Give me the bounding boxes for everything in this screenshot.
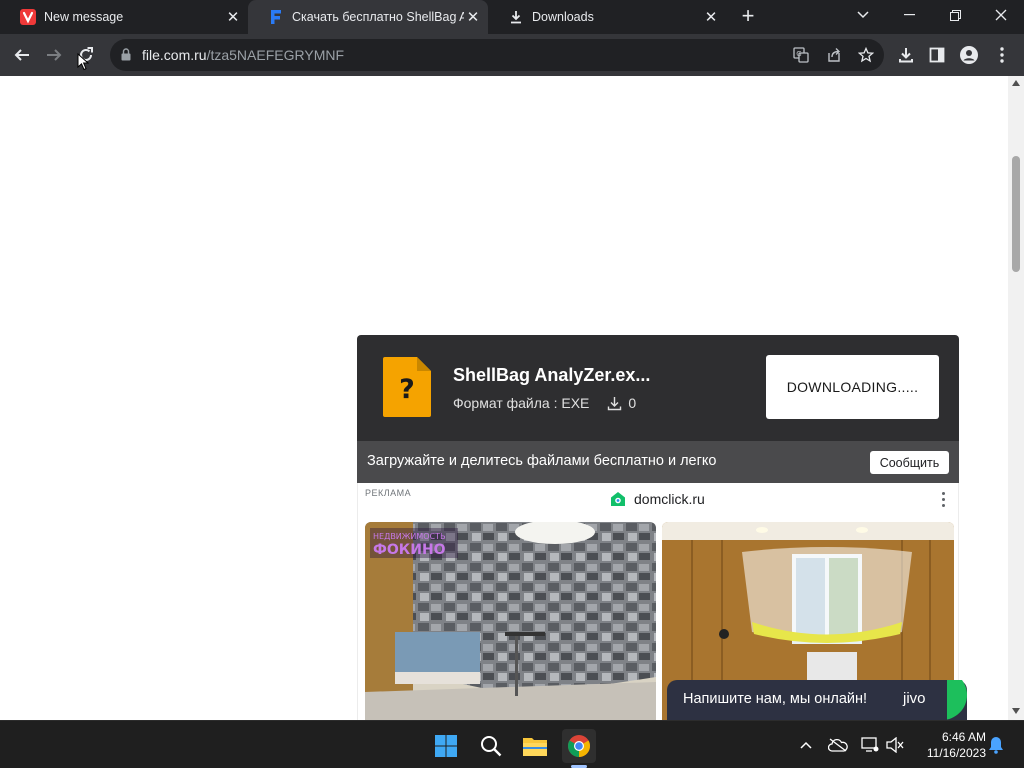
ad-photo-room-wallpaper[interactable]: НЕДВИЖИМОСТЬ ФОКИНО: [365, 522, 656, 720]
file-format: Формат файла : EXE: [453, 395, 590, 411]
lock-icon[interactable]: [121, 48, 131, 66]
tab-title: New message: [44, 10, 124, 24]
domclick-logo-icon: [610, 491, 626, 507]
menu-kebab-icon[interactable]: [987, 40, 1017, 70]
tab-title: Скачать бесплатно ShellBag An: [292, 10, 464, 24]
tab-search-chevron-icon[interactable]: [840, 0, 886, 30]
tray-overflow-chevron-icon[interactable]: [796, 735, 816, 755]
share-bar: Загружайте и делитесь файлами бесплатно …: [357, 441, 959, 483]
minimize-icon[interactable]: [886, 0, 932, 30]
file-explorer-icon[interactable]: [518, 729, 552, 763]
ad-label: РЕКЛАМА: [365, 488, 412, 498]
ad-menu-icon[interactable]: [936, 489, 950, 509]
address-bar[interactable]: file.com.ru/tza5NAEFEGRYMNF G: [110, 39, 884, 71]
close-tab-icon[interactable]: ✕: [224, 8, 242, 26]
page-scrollbar[interactable]: [1008, 76, 1024, 720]
scroll-up-arrow-icon[interactable]: [1012, 80, 1020, 86]
share-icon[interactable]: [819, 40, 849, 70]
ad-source[interactable]: domclick.ru: [610, 491, 705, 507]
share-bar-text: Загружайте и делитесь файлами бесплатно …: [367, 453, 717, 469]
close-window-icon[interactable]: [978, 0, 1024, 30]
bookmark-star-icon[interactable]: [851, 40, 881, 70]
search-icon[interactable]: [474, 729, 508, 763]
download-button[interactable]: DOWNLOADING.....: [766, 355, 939, 419]
downloads-toolbar-icon[interactable]: [891, 40, 921, 70]
new-tab-button[interactable]: +: [736, 5, 760, 28]
network-display-icon[interactable]: [860, 735, 880, 755]
scroll-down-arrow-icon[interactable]: [1012, 708, 1020, 714]
back-arrow-icon[interactable]: [7, 40, 37, 70]
url-host: file.com.ru: [142, 47, 207, 63]
tab-new-message[interactable]: New message ✕: [0, 0, 248, 34]
restore-icon[interactable]: [932, 0, 978, 30]
download-icon: [508, 9, 524, 25]
tab-downloads[interactable]: Downloads ✕: [488, 0, 726, 34]
side-panel-icon[interactable]: [922, 40, 952, 70]
download-count: 0: [628, 395, 637, 411]
download-card: ? ShellBag AnalyZer.ex... Формат файла :…: [357, 335, 959, 441]
svg-text:?: ?: [399, 374, 415, 405]
profile-icon[interactable]: [954, 40, 984, 70]
system-clock[interactable]: 6:46 AM 11/16/2023: [916, 729, 986, 761]
chat-widget[interactable]: Напишите нам, мы онлайн! jivo: [667, 680, 967, 720]
clock-date: 11/16/2023: [926, 746, 986, 760]
file-site-favicon: [268, 9, 284, 25]
notification-bell-icon[interactable]: [986, 735, 1006, 755]
url-text[interactable]: file.com.ru/tza5NAEFEGRYMNF: [142, 47, 344, 63]
vivaldi-mail-icon: [20, 9, 36, 25]
forward-arrow-icon[interactable]: [39, 40, 69, 70]
page-content: ? ShellBag AnalyZer.ex... Формат файла :…: [0, 76, 1008, 720]
scroll-thumb[interactable]: [1012, 156, 1020, 272]
browser-toolbar: file.com.ru/tza5NAEFEGRYMNF G: [0, 34, 1024, 76]
close-tab-icon[interactable]: ✕: [702, 8, 720, 26]
mouse-cursor-icon: [76, 52, 90, 72]
file-meta: Формат файла : EXE 0: [453, 395, 636, 411]
file-name: ShellBag AnalyZer.ex...: [453, 365, 651, 385]
ad-source-name: domclick.ru: [634, 491, 705, 507]
chat-prompt: Напишите нам, мы онлайн!: [683, 691, 868, 707]
translate-icon[interactable]: G: [786, 40, 816, 70]
tab-title: Downloads: [532, 10, 594, 24]
volume-muted-icon[interactable]: [885, 735, 905, 755]
photo-watermark-caption: ФОКИНО: [373, 542, 446, 558]
chat-brand: jivo: [903, 690, 926, 707]
unknown-file-icon: ?: [383, 357, 431, 422]
chrome-icon[interactable]: [562, 729, 596, 763]
report-button[interactable]: Сообщить: [870, 451, 949, 474]
svg-text:G: G: [796, 50, 801, 58]
tab-shellbag-download[interactable]: Скачать бесплатно ShellBag An ✕: [248, 0, 488, 34]
download-count-icon: [607, 396, 622, 411]
close-tab-icon[interactable]: ✕: [464, 8, 482, 26]
photo-watermark-top: НЕДВИЖИМОСТЬ: [373, 532, 446, 541]
onedrive-offline-icon[interactable]: [828, 735, 848, 755]
windows-start-icon[interactable]: [429, 729, 463, 763]
tab-strip: New message ✕ Скачать бесплатно ShellBag…: [0, 0, 1024, 34]
windows-taskbar: 6:46 AM 11/16/2023: [0, 720, 1024, 768]
clock-time: 6:46 AM: [941, 730, 986, 744]
url-path: /tza5NAEFEGRYMNF: [206, 47, 345, 63]
